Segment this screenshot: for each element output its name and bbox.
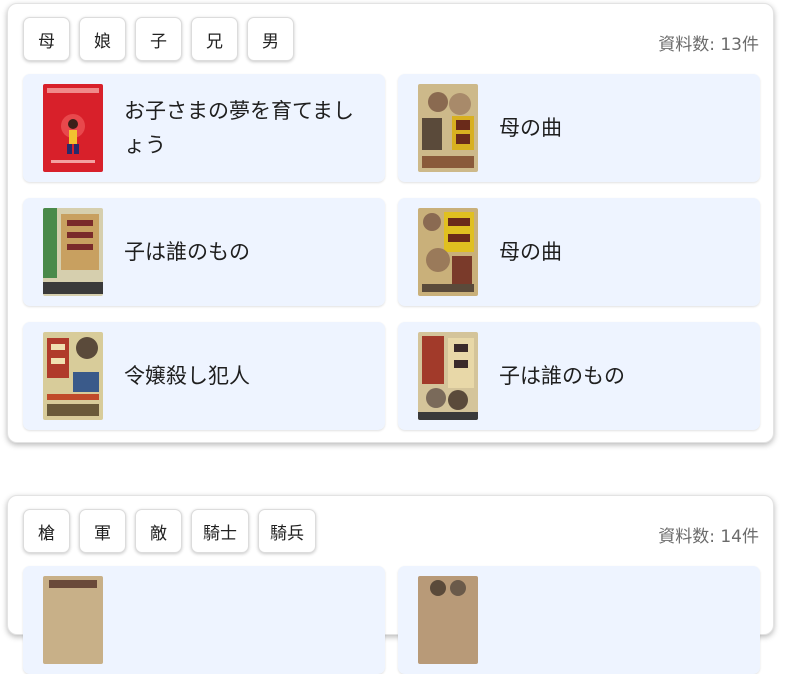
tag-chip[interactable]: 騎兵 bbox=[258, 509, 316, 553]
result-title: お子さまの夢を育てましょう bbox=[124, 99, 354, 157]
film-poster-thumbnail bbox=[43, 208, 103, 296]
result-group-card: 母 娘 子 兄 男 資料数: 13件 お子さまの夢を育てましょう 母の曲 子は誰… bbox=[7, 3, 774, 443]
tag-chip[interactable]: 母 bbox=[23, 17, 70, 61]
result-title: 母の曲 bbox=[499, 240, 562, 264]
tag-bar: 槍 軍 敵 騎士 騎兵 bbox=[23, 509, 316, 553]
film-poster-thumbnail bbox=[43, 332, 103, 420]
result-title: 子は誰のもの bbox=[124, 240, 250, 264]
result-count: 資料数: 13件 bbox=[658, 35, 759, 55]
result-item[interactable]: 母の曲 bbox=[398, 74, 760, 182]
result-item[interactable]: 母の曲 bbox=[398, 198, 760, 306]
result-item[interactable]: お子さまの夢を育てましょう bbox=[23, 74, 385, 182]
result-title: 令嬢殺し犯人 bbox=[124, 364, 250, 388]
film-poster-thumbnail bbox=[418, 332, 478, 420]
tag-chip[interactable]: 槍 bbox=[23, 509, 70, 553]
result-count: 資料数: 14件 bbox=[658, 527, 759, 547]
tag-chip[interactable]: 軍 bbox=[79, 509, 126, 553]
result-grid bbox=[23, 566, 760, 674]
result-item[interactable] bbox=[23, 566, 385, 674]
tag-chip[interactable]: 娘 bbox=[79, 17, 126, 61]
tag-chip[interactable]: 騎士 bbox=[191, 509, 249, 553]
result-group-card: 槍 軍 敵 騎士 騎兵 資料数: 14件 bbox=[7, 495, 774, 674]
result-item[interactable]: 子は誰のもの bbox=[23, 198, 385, 306]
result-title: 母の曲 bbox=[499, 116, 562, 140]
red-poster-thumbnail bbox=[43, 84, 103, 172]
film-poster-thumbnail bbox=[418, 208, 478, 296]
film-poster-thumbnail bbox=[418, 84, 478, 172]
result-item[interactable]: 令嬢殺し犯人 bbox=[23, 322, 385, 430]
result-item[interactable]: 子は誰のもの bbox=[398, 322, 760, 430]
result-grid: お子さまの夢を育てましょう 母の曲 子は誰のもの 母の曲 令嬢殺し犯人 子は誰の… bbox=[23, 74, 760, 430]
tag-chip[interactable]: 敵 bbox=[135, 509, 182, 553]
result-title: 子は誰のもの bbox=[499, 364, 625, 388]
film-poster-thumbnail bbox=[418, 576, 478, 664]
result-item[interactable] bbox=[398, 566, 760, 674]
tag-chip[interactable]: 子 bbox=[135, 17, 182, 61]
tag-bar: 母 娘 子 兄 男 bbox=[23, 17, 294, 61]
tag-chip[interactable]: 兄 bbox=[191, 17, 238, 61]
tag-chip[interactable]: 男 bbox=[247, 17, 294, 61]
film-poster-thumbnail bbox=[43, 576, 103, 664]
